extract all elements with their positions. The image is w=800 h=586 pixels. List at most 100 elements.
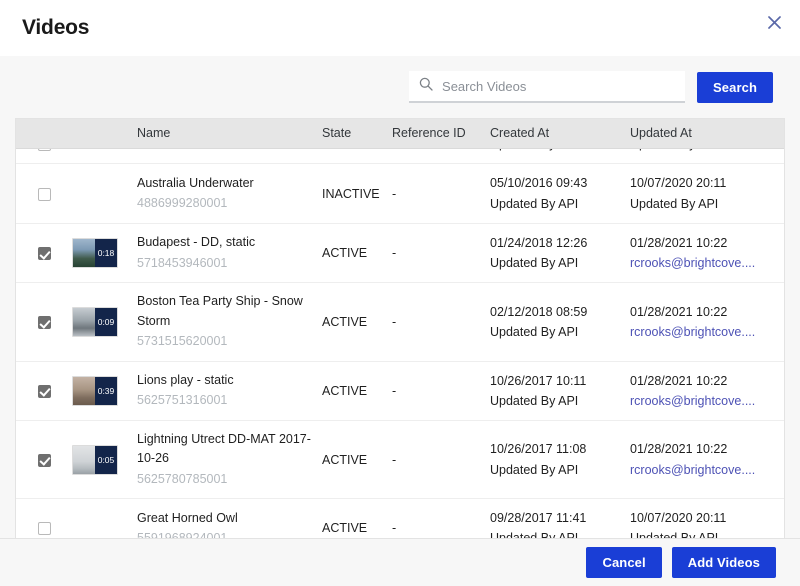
updated-by: Updated By API <box>630 528 784 538</box>
video-id: 5625751316001 <box>137 390 322 410</box>
video-name: Lightning Utrect DD-MAT 2017-10-26 <box>137 430 322 469</box>
row-checkbox-checked[interactable] <box>38 316 51 329</box>
created-at-cell: 05/10/2016 09:43Updated By API <box>490 164 630 224</box>
reference-id-cell: - <box>392 283 490 361</box>
thumbnail-cell <box>72 164 137 224</box>
created-at-date: 02/12/2018 08:59 <box>490 302 630 322</box>
updated-by-link[interactable]: rcrooks@brightcove.... <box>630 322 784 342</box>
videos-table-body-table: 3851389913001ACTIVE-Updated By APIUpdate… <box>16 149 784 538</box>
updated-at-cell: 01/28/2021 10:22rcrooks@brightcove.... <box>630 421 784 499</box>
created-at-cell: 10/26/2017 10:11Updated By API <box>490 361 630 421</box>
table-row[interactable]: 0:39 Lions play - static5625751316001ACTI… <box>16 361 784 421</box>
row-checkbox[interactable] <box>38 149 51 151</box>
column-header-name[interactable]: Name <box>137 119 322 149</box>
row-select-cell[interactable] <box>16 223 72 283</box>
search-button[interactable]: Search <box>697 72 773 103</box>
name-cell: Lions play - static5625751316001 <box>137 361 322 421</box>
created-by: Updated By API <box>490 322 630 342</box>
row-checkbox-checked[interactable] <box>38 454 51 467</box>
updated-at-cell: 10/07/2020 20:11Updated By API <box>630 164 784 224</box>
table-row[interactable]: Great Horned Owl5591968924001ACTIVE-09/2… <box>16 499 784 538</box>
name-cell: 3851389913001 <box>137 149 322 164</box>
row-select-cell[interactable] <box>16 361 72 421</box>
search-field[interactable] <box>409 71 685 103</box>
search-input[interactable] <box>442 71 675 101</box>
created-at-cell: 01/24/2018 12:26Updated By API <box>490 223 630 283</box>
row-checkbox-checked[interactable] <box>38 385 51 398</box>
close-button[interactable] <box>760 8 788 36</box>
reference-id-value: - <box>392 315 396 329</box>
row-select-cell[interactable] <box>16 283 72 361</box>
row-checkbox[interactable] <box>38 188 51 201</box>
column-header-state[interactable]: State <box>322 119 392 149</box>
row-select-cell[interactable] <box>16 421 72 499</box>
thumbnail-cell <box>72 499 137 538</box>
video-id: 5731515620001 <box>137 331 322 351</box>
updated-at-cell: 01/28/2021 10:22rcrooks@brightcove.... <box>630 223 784 283</box>
row-checkbox-checked[interactable] <box>38 247 51 260</box>
video-name: Australia Underwater <box>137 174 322 193</box>
name-cell: Lightning Utrect DD-MAT 2017-10-26562578… <box>137 421 322 499</box>
thumbnail-cell: 0:09 <box>72 283 137 361</box>
row-checkbox[interactable] <box>38 522 51 535</box>
row-select-cell[interactable] <box>16 164 72 224</box>
updated-at-date: 01/28/2021 10:22 <box>630 233 784 253</box>
table-row[interactable]: 0:05Lightning Utrect DD-MAT 2017-10-2656… <box>16 421 784 499</box>
video-id: 5718453946001 <box>137 253 322 273</box>
name-cell: Great Horned Owl5591968924001 <box>137 499 322 538</box>
row-select-cell[interactable] <box>16 499 72 538</box>
reference-id-value: - <box>392 384 396 398</box>
search-row: Search <box>0 56 800 118</box>
status-badge: ACTIVE <box>322 384 367 398</box>
column-header-updated-at[interactable]: Updated At <box>630 119 785 149</box>
table-header-row: Name State Reference ID Created At Updat… <box>16 119 785 149</box>
reference-id-value: - <box>392 246 396 260</box>
created-at-cell: 10/26/2017 11:08Updated By API <box>490 421 630 499</box>
thumbnail-cell: 0:39 <box>72 361 137 421</box>
name-cell: Budapest - DD, static5718453946001 <box>137 223 322 283</box>
videos-table: Name State Reference ID Created At Updat… <box>15 118 785 538</box>
created-by: Updated By API <box>490 149 630 154</box>
reference-id-cell: - <box>392 149 490 164</box>
reference-id-value: - <box>392 149 396 151</box>
reference-id-cell: - <box>392 164 490 224</box>
video-id: 3851389913001 <box>137 149 322 154</box>
status-badge: ACTIVE <box>322 315 367 329</box>
updated-by-link[interactable]: rcrooks@brightcove.... <box>630 391 784 411</box>
created-at-date: 01/24/2018 12:26 <box>490 233 630 253</box>
updated-by-link[interactable]: rcrooks@brightcove.... <box>630 460 784 480</box>
state-cell: INACTIVE <box>322 164 392 224</box>
close-icon <box>768 16 781 29</box>
video-thumbnail: 0:18 <box>72 238 118 268</box>
thumbnail-cell: 0:18 <box>72 223 137 283</box>
reference-id-value: - <box>392 453 396 467</box>
video-name: Lions play - static <box>137 371 322 390</box>
table-row[interactable]: 3851389913001ACTIVE-Updated By APIUpdate… <box>16 149 784 164</box>
duration-badge: 0:39 <box>95 377 117 405</box>
reference-id-value: - <box>392 521 396 535</box>
table-scroll-area[interactable]: 3851389913001ACTIVE-Updated By APIUpdate… <box>16 149 784 538</box>
state-cell: ACTIVE <box>322 149 392 164</box>
created-by: Updated By API <box>490 528 630 538</box>
table-row[interactable]: Australia Underwater4886999280001INACTIV… <box>16 164 784 224</box>
updated-at-date: 10/07/2020 20:11 <box>630 173 784 193</box>
status-badge: ACTIVE <box>322 149 367 151</box>
name-cell: Boston Tea Party Ship - Snow Storm573151… <box>137 283 322 361</box>
created-at-cell: 02/12/2018 08:59Updated By API <box>490 283 630 361</box>
add-videos-button[interactable]: Add Videos <box>672 547 776 578</box>
status-badge: ACTIVE <box>322 453 367 467</box>
table-row[interactable]: 0:09 Boston Tea Party Ship - Snow Storm57… <box>16 283 784 361</box>
cancel-button[interactable]: Cancel <box>586 547 661 578</box>
created-at-cell: Updated By API <box>490 149 630 164</box>
video-id: 5625780785001 <box>137 469 322 489</box>
created-at-date: 09/28/2017 11:41 <box>490 508 630 528</box>
table-row[interactable]: 0:18 Budapest - DD, static5718453946001AC… <box>16 223 784 283</box>
video-thumbnail: 0:09 <box>72 307 118 337</box>
reference-id-cell: - <box>392 361 490 421</box>
column-header-created-at[interactable]: Created At <box>490 119 630 149</box>
duration-badge: 0:18 <box>95 239 117 267</box>
column-header-reference-id[interactable]: Reference ID <box>392 119 490 149</box>
updated-by-link[interactable]: rcrooks@brightcove.... <box>630 253 784 273</box>
row-select-cell[interactable] <box>16 149 72 164</box>
status-badge: ACTIVE <box>322 246 367 260</box>
